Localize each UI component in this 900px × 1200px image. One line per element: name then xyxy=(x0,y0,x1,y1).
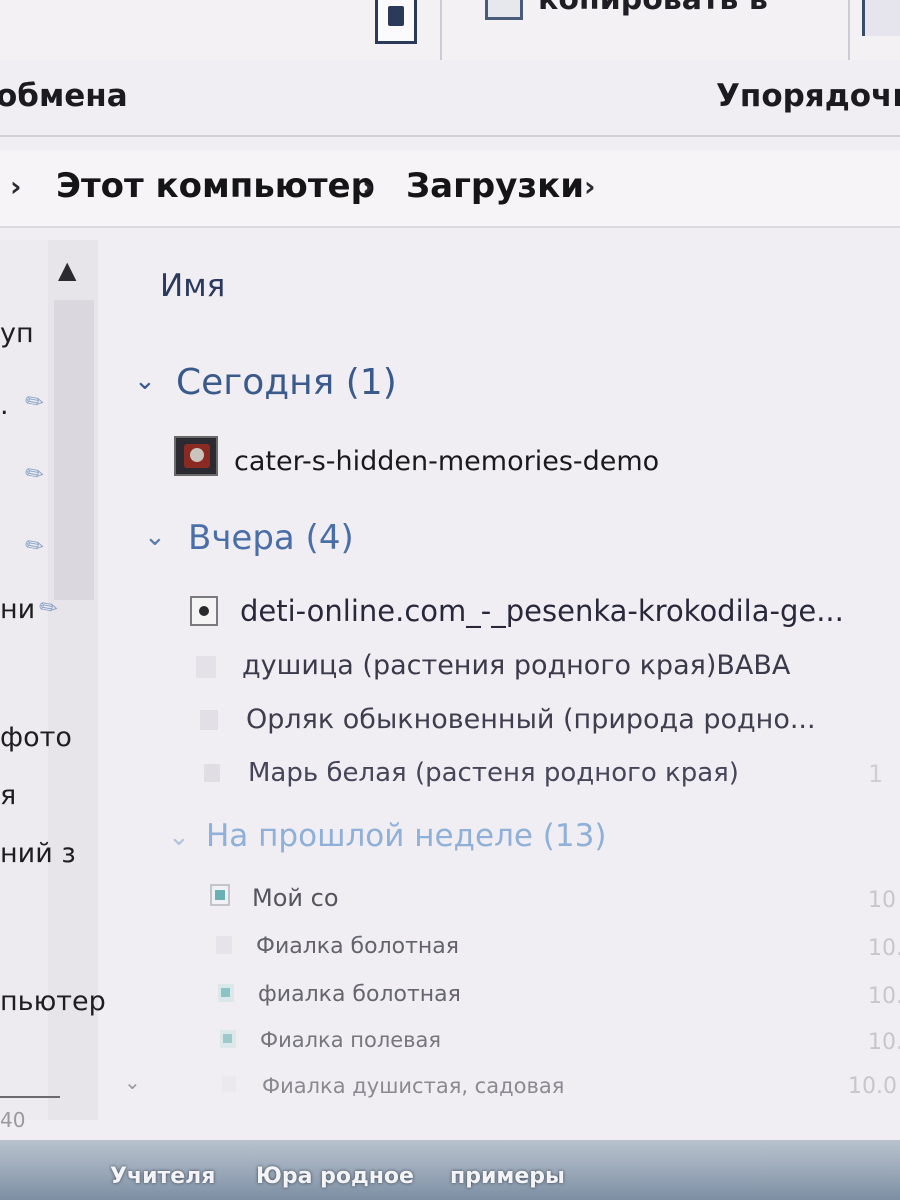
file-name[interactable]: Марь белая (растеня родного края) xyxy=(248,758,739,788)
nav-scrollbar-thumb[interactable] xyxy=(54,300,94,600)
image-file-icon xyxy=(196,656,216,678)
image-file-icon xyxy=(222,1076,236,1092)
copy-to-icon[interactable] xyxy=(485,0,523,20)
scroll-up-icon[interactable]: ▲ xyxy=(58,256,76,284)
group-header-today[interactable]: Сегодня (1) xyxy=(176,362,397,403)
taskbar-item[interactable]: Учителя xyxy=(110,1164,215,1189)
document-file-icon xyxy=(210,884,230,906)
group-header-last-week[interactable]: На прошлой неделе (13) xyxy=(206,818,606,854)
file-name[interactable]: фиалка болотная xyxy=(258,982,461,1007)
image-file-icon xyxy=(200,710,218,730)
file-date: 1 xyxy=(868,760,884,788)
nav-divider xyxy=(0,1096,60,1098)
file-date: 10 xyxy=(868,888,896,913)
audio-file-icon xyxy=(190,596,218,626)
paste-icon[interactable] xyxy=(375,0,417,44)
nav-item[interactable]: пьютер xyxy=(0,986,106,1017)
chevron-right-icon[interactable]: › xyxy=(584,170,596,203)
document-file-icon xyxy=(218,984,234,1002)
breadcrumb-item-downloads[interactable]: Загрузки xyxy=(406,166,584,206)
taskbar-item[interactable]: Юра родное xyxy=(256,1164,414,1189)
nav-item[interactable]: я xyxy=(0,780,16,811)
delete-icon[interactable] xyxy=(862,0,900,36)
collapse-icon[interactable]: ⌄ xyxy=(134,366,156,396)
nav-item[interactable]: . xyxy=(0,390,9,421)
image-file-icon xyxy=(204,764,220,782)
ribbon-separator xyxy=(440,0,442,60)
file-name[interactable]: Фиалка полевая xyxy=(260,1028,441,1052)
file-name[interactable]: Фиалка душистая, садовая xyxy=(262,1074,564,1098)
ribbon-separator xyxy=(848,0,850,60)
nav-item[interactable]: ни xyxy=(0,594,35,625)
document-file-icon xyxy=(220,1030,236,1048)
file-date: 10.0 xyxy=(848,1074,897,1099)
taskbar-item[interactable]: примеры xyxy=(450,1164,565,1189)
file-name[interactable]: Орляк обыкновенный (природа родно... xyxy=(246,704,816,735)
collapse-icon[interactable]: ⌄ xyxy=(144,522,166,552)
file-name[interactable]: Мой со xyxy=(252,884,339,912)
nav-item[interactable]: ний з xyxy=(0,838,76,869)
file-date: 10.0 xyxy=(868,984,900,1009)
breadcrumb-item-this-pc[interactable]: Этот компьютер xyxy=(56,166,375,206)
file-name[interactable]: cater-s-hidden-memories-demo xyxy=(234,446,659,477)
copy-to-button[interactable]: копировать в xyxy=(538,0,768,17)
file-name[interactable]: deti-online.com_-_pesenka-krokodila-ge..… xyxy=(240,594,844,628)
ribbon-divider xyxy=(0,135,900,137)
group-header-yesterday[interactable]: Вчера (4) xyxy=(188,518,354,558)
file-date: 10. xyxy=(868,936,900,961)
image-file-icon xyxy=(216,936,232,954)
column-header-name[interactable]: Имя xyxy=(160,268,225,304)
nav-bottom-text: 40 xyxy=(0,1108,26,1132)
collapse-icon[interactable]: ⌄ xyxy=(168,822,190,852)
nav-item[interactable]: уп xyxy=(0,318,34,349)
file-name[interactable]: душица (растения родного края)ВАВА xyxy=(242,650,790,681)
organize-group-label: Упорядочи xyxy=(716,78,900,114)
nav-item[interactable]: фото xyxy=(0,722,72,753)
chevron-right-icon[interactable]: › xyxy=(10,170,22,203)
game-file-icon xyxy=(174,436,218,476)
chevron-right-icon[interactable]: › xyxy=(362,170,374,203)
file-name[interactable]: Фиалка болотная xyxy=(256,934,459,959)
chevron-down-icon[interactable]: ⌄ xyxy=(124,1070,141,1094)
clipboard-group-label: обмена xyxy=(0,78,128,114)
file-date: 10.0 xyxy=(868,1030,900,1055)
